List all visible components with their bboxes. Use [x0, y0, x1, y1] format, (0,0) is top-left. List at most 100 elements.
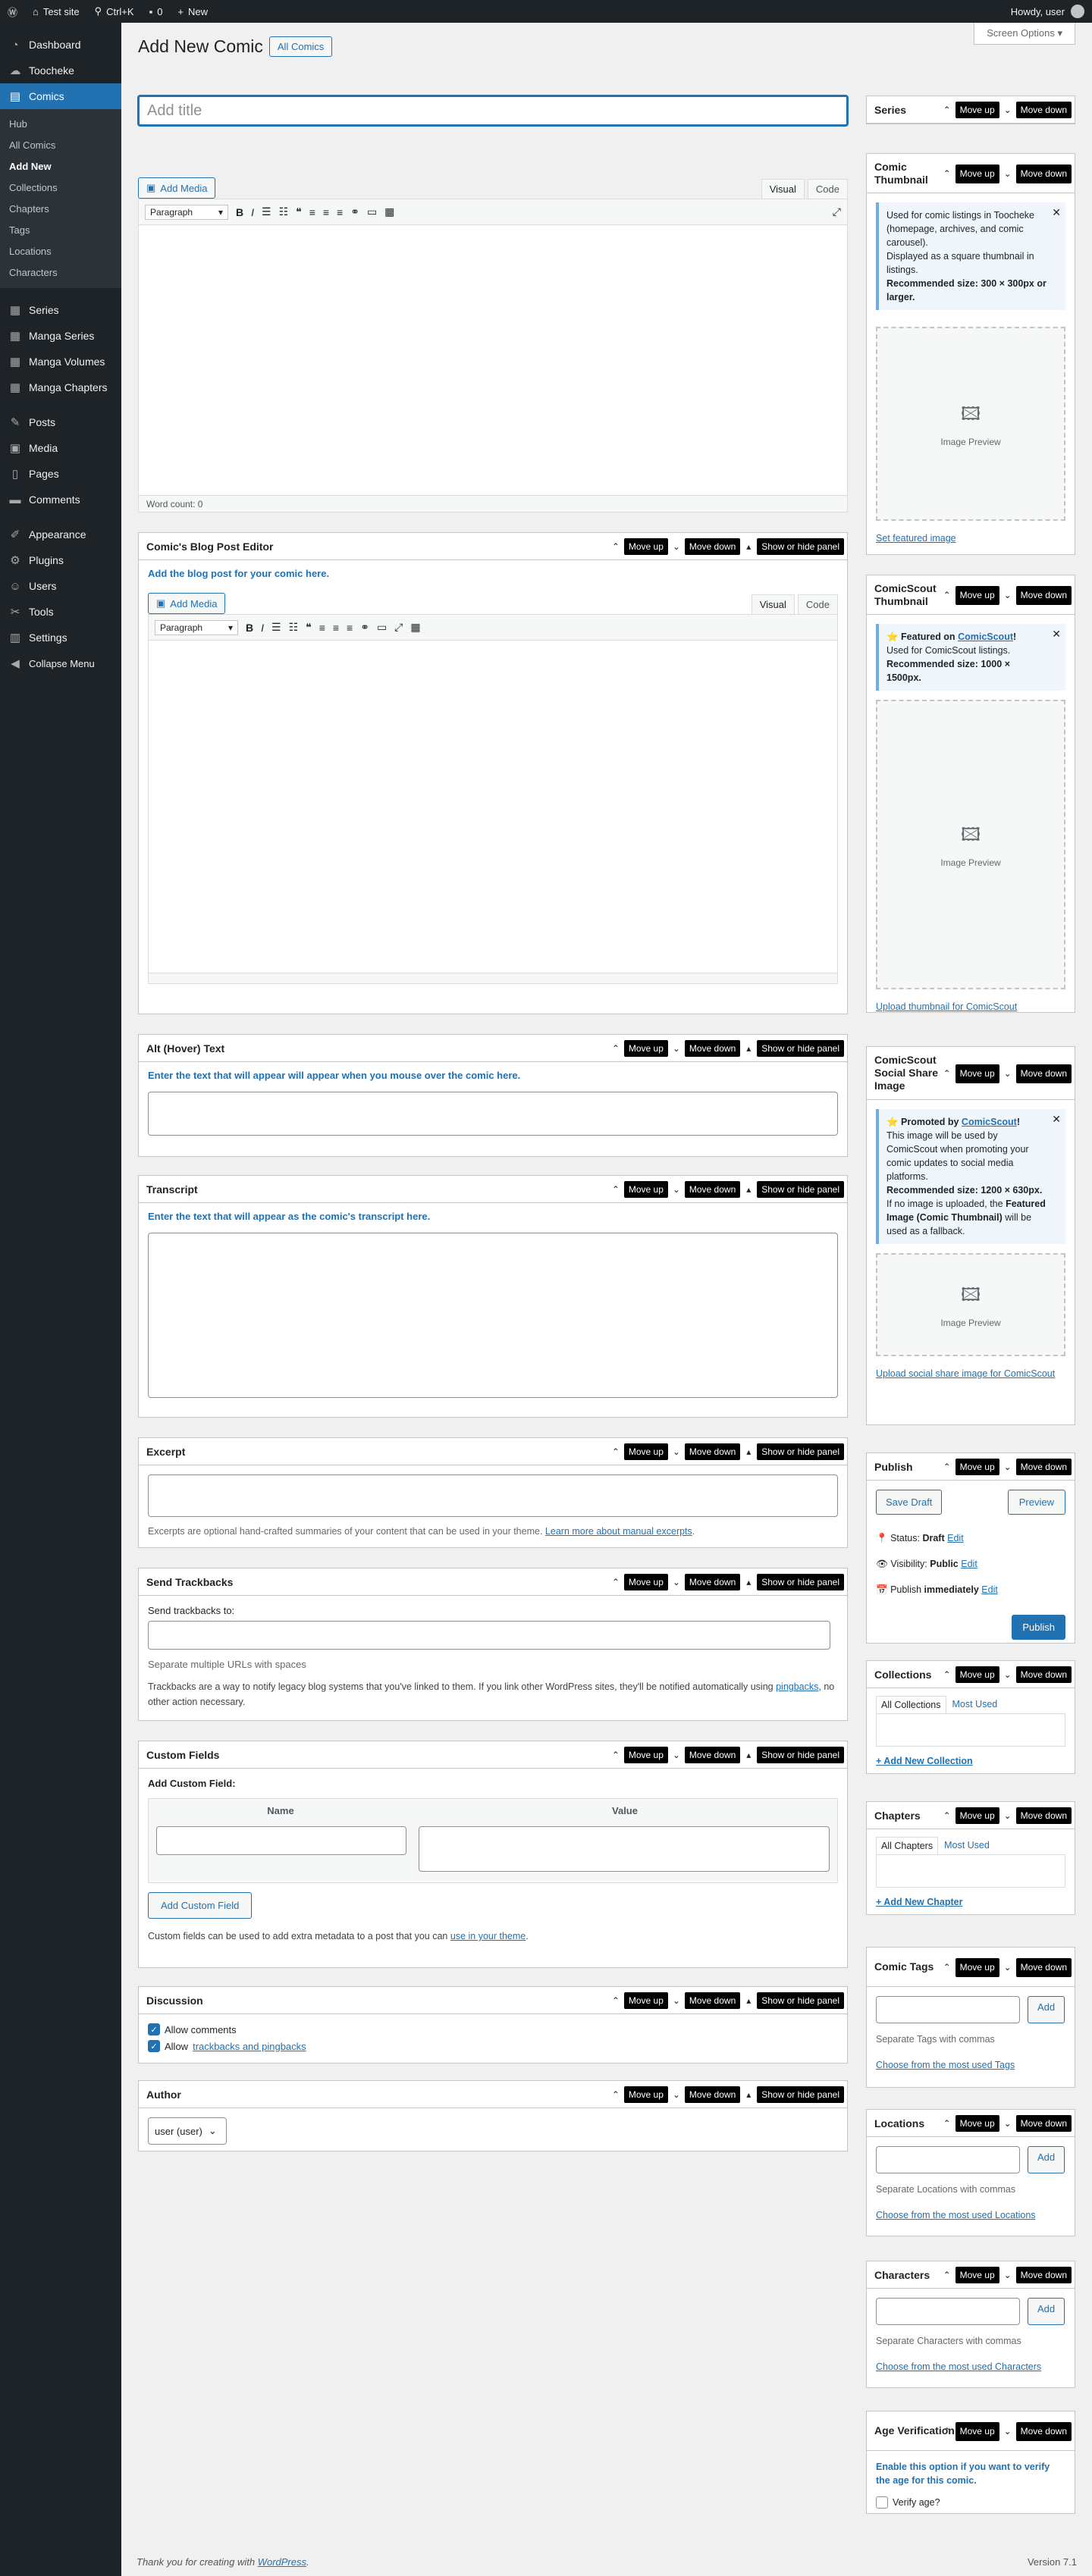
toolbar-toggle-icon[interactable]: ▦	[410, 621, 420, 634]
chevron-down-icon[interactable]: ⌄	[1003, 168, 1013, 180]
chevron-down-icon[interactable]: ⌄	[1003, 1669, 1013, 1680]
move-up-button[interactable]: Move up	[955, 164, 999, 183]
add-custom-field-button[interactable]: Add Custom Field	[148, 1892, 253, 1919]
upload-comicscout-thumbnail-link[interactable]: Upload thumbnail for ComicScout	[876, 1001, 1065, 1012]
chevron-up-icon[interactable]: ⌃	[942, 1669, 952, 1680]
wordpress-link[interactable]: WordPress	[258, 2556, 306, 2568]
move-up-button[interactable]: Move up	[955, 2267, 999, 2283]
toggle-panel-button[interactable]: Show or hide panel	[757, 1443, 844, 1460]
new-content-link[interactable]: + New	[170, 0, 215, 23]
chevron-up-icon[interactable]: ⌃	[610, 2089, 621, 2100]
triangle-up-icon[interactable]: ▴	[743, 1750, 754, 1760]
sidebar-item-tools[interactable]: ✂ Tools	[0, 599, 121, 625]
sidebar-item-settings[interactable]: ▥ Settings	[0, 625, 121, 650]
move-down-button[interactable]: Move down	[1015, 2267, 1072, 2283]
edit-date-link[interactable]: Edit	[981, 1584, 998, 1595]
move-down-button[interactable]: Move down	[1015, 1957, 1072, 1977]
wordpress-logo-icon[interactable]: Ⓦ	[0, 0, 25, 23]
sidebar-item-pages[interactable]: ▯ Pages	[0, 461, 121, 487]
move-down-button[interactable]: Move down	[1015, 1666, 1072, 1683]
save-draft-button[interactable]: Save Draft	[876, 1490, 943, 1515]
move-down-button[interactable]: Move down	[1015, 1459, 1072, 1475]
close-icon[interactable]: ✕	[1052, 627, 1061, 641]
move-down-button[interactable]: Move down	[684, 2086, 741, 2103]
move-up-button[interactable]: Move up	[955, 2115, 999, 2132]
move-up-button[interactable]: Move up	[955, 2421, 999, 2441]
move-down-button[interactable]: Move down	[1015, 102, 1072, 118]
submenu-hub[interactable]: Hub	[0, 114, 121, 135]
sidebar-item-series[interactable]: ▦ Series	[0, 297, 121, 323]
chevron-down-icon[interactable]: ⌄	[671, 1995, 682, 2006]
tags-input[interactable]	[876, 1996, 1020, 2023]
triangle-up-icon[interactable]: ▴	[743, 2089, 754, 2100]
excerpt-textarea[interactable]	[148, 1474, 838, 1517]
move-down-button[interactable]: Move down	[1015, 2115, 1072, 2132]
chevron-down-icon[interactable]: ⌄	[671, 1043, 682, 1054]
quote-icon[interactable]: ❝	[296, 205, 302, 218]
align-left-icon[interactable]: ≡	[309, 206, 315, 218]
chevron-down-icon[interactable]: ⌄	[1003, 1462, 1013, 1472]
chevron-down-icon[interactable]: ⌄	[671, 541, 682, 552]
chevron-down-icon[interactable]: ⌄	[1003, 2425, 1013, 2438]
blog-tab-code[interactable]: Code	[797, 594, 838, 614]
toggle-panel-button[interactable]: Show or hide panel	[757, 1181, 844, 1198]
move-up-button[interactable]: Move up	[623, 1992, 668, 2009]
submenu-add-new[interactable]: Add New	[0, 156, 121, 177]
chevron-up-icon[interactable]: ⌃	[942, 1067, 952, 1080]
pingbacks-link[interactable]: pingbacks	[776, 1681, 818, 1692]
close-icon[interactable]: ✕	[1052, 205, 1061, 219]
custom-field-value-textarea[interactable]	[419, 1826, 830, 1872]
submenu-all-comics[interactable]: All Comics	[0, 135, 121, 156]
chevron-up-icon[interactable]: ⌃	[610, 541, 621, 552]
comments-link[interactable]: ▪ 0	[142, 0, 171, 23]
my-account[interactable]: Howdy, user	[1011, 5, 1092, 18]
editor-content[interactable]	[139, 225, 847, 495]
toggle-panel-button[interactable]: Show or hide panel	[757, 1040, 844, 1057]
transcript-textarea[interactable]	[148, 1233, 838, 1398]
characters-input[interactable]	[876, 2298, 1020, 2325]
move-down-button[interactable]: Move down	[684, 1992, 741, 2009]
link-icon[interactable]: ⚭	[360, 621, 369, 634]
chevron-down-icon[interactable]: ⌄	[1003, 1067, 1013, 1080]
quote-icon[interactable]: ❝	[306, 621, 312, 634]
move-down-button[interactable]: Move down	[1015, 1064, 1072, 1083]
triangle-up-icon[interactable]: ▴	[743, 1995, 754, 2006]
tab-code[interactable]: Code	[807, 179, 848, 199]
triangle-up-icon[interactable]: ▴	[743, 1446, 754, 1457]
upload-share-image-link[interactable]: Upload social share image for ComicScout	[876, 1368, 1065, 1379]
publish-button[interactable]: Publish	[1012, 1615, 1065, 1640]
move-up-button[interactable]: Move up	[955, 102, 999, 118]
move-up-button[interactable]: Move up	[955, 1064, 999, 1083]
toolbar-toggle-icon[interactable]: ▦	[384, 205, 394, 218]
chevron-up-icon[interactable]: ⌃	[942, 2270, 952, 2280]
move-up-button[interactable]: Move up	[623, 538, 668, 555]
comicscout-share-preview[interactable]: 🖾 Image Preview	[876, 1253, 1065, 1356]
numbered-list-icon[interactable]: ☷	[289, 621, 299, 634]
blog-tab-visual[interactable]: Visual	[751, 594, 795, 614]
chevron-up-icon[interactable]: ⌃	[942, 589, 952, 602]
toggle-panel-button[interactable]: Show or hide panel	[757, 2086, 844, 2103]
move-down-button[interactable]: Move down	[684, 1574, 741, 1590]
link-icon[interactable]: ⚭	[350, 205, 359, 218]
move-down-button[interactable]: Move down	[684, 538, 741, 555]
sidebar-item-comments[interactable]: ▬ Comments	[0, 487, 121, 512]
tab-most-used[interactable]: Most Used	[946, 1696, 1004, 1713]
chevron-up-icon[interactable]: ⌃	[942, 168, 952, 180]
edit-status-link[interactable]: Edit	[947, 1533, 964, 1543]
format-select[interactable]: Paragraph ▾	[145, 204, 228, 220]
chevron-down-icon[interactable]: ⌄	[1003, 2270, 1013, 2280]
chevron-up-icon[interactable]: ⌃	[942, 2425, 952, 2438]
move-down-button[interactable]: Move down	[684, 1443, 741, 1460]
chevron-down-icon[interactable]: ⌄	[671, 1577, 682, 1587]
blog-editor-content[interactable]	[149, 641, 837, 973]
screen-options-button[interactable]: Screen Options ▾	[974, 23, 1075, 45]
site-link[interactable]: ⌂ Test site	[25, 0, 87, 23]
comicscout-link[interactable]: ComicScout	[962, 1117, 1017, 1127]
move-up-button[interactable]: Move up	[623, 1040, 668, 1057]
move-down-button[interactable]: Move down	[1015, 1807, 1072, 1824]
align-left-icon[interactable]: ≡	[319, 622, 325, 634]
sidebar-item-appearance[interactable]: ✐ Appearance	[0, 522, 121, 547]
chevron-up-icon[interactable]: ⌃	[942, 1961, 952, 1974]
chevron-down-icon[interactable]: ⌄	[1003, 2118, 1013, 2129]
tab-all-chapters[interactable]: All Chapters	[876, 1837, 939, 1854]
